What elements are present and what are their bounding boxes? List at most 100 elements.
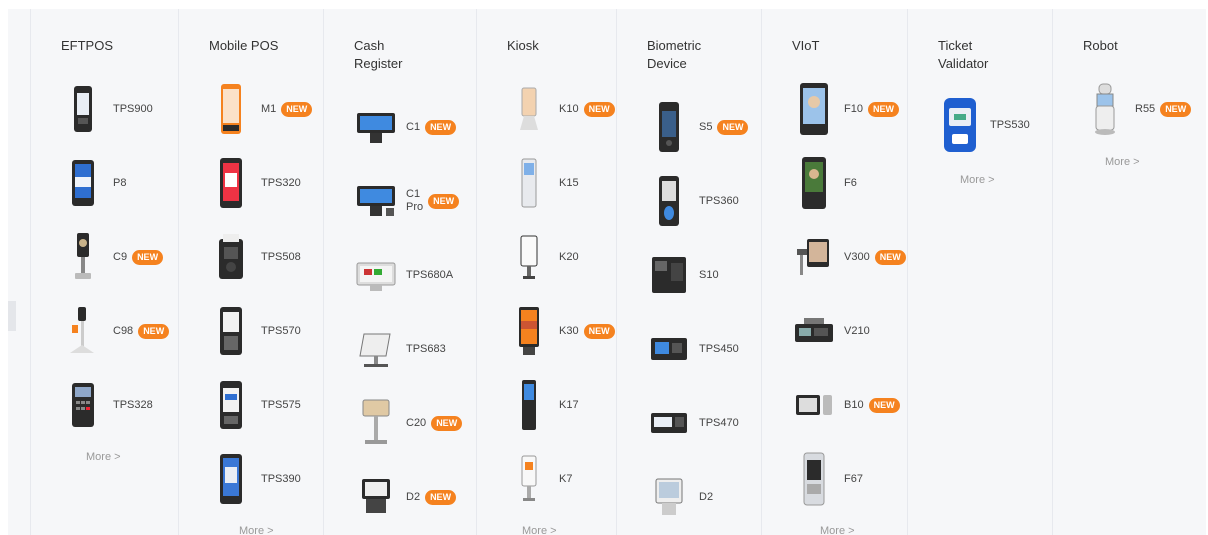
category-title: EFTPOS	[61, 38, 114, 53]
product-label: TPS360	[699, 194, 739, 207]
new-badge: NEW	[425, 489, 457, 505]
product-k10[interactable]: K10 NEW	[507, 83, 615, 135]
more-link[interactable]: More >	[239, 525, 274, 535]
product-label: K30	[559, 324, 579, 337]
product-tps390[interactable]: TPS390	[209, 453, 301, 505]
product-tps683[interactable]: TPS683	[354, 323, 446, 375]
more-link[interactable]: More >	[522, 525, 557, 535]
product-c20[interactable]: C20 NEW	[354, 397, 463, 449]
product-image	[61, 83, 105, 135]
product-image	[209, 231, 253, 283]
product-d2-biometric[interactable]: D2	[647, 471, 713, 523]
product-image	[792, 231, 836, 283]
product-image	[507, 83, 551, 135]
product-k7[interactable]: K7	[507, 453, 572, 505]
product-tps900[interactable]: TPS900	[61, 83, 153, 135]
category-title: Mobile POS	[209, 38, 279, 53]
category-column-biometric-device: Biometric Device S5 NEW TPS360 S10 TPS45…	[616, 9, 762, 535]
product-tps328[interactable]: TPS328	[61, 379, 153, 431]
product-image	[792, 83, 836, 135]
product-r55[interactable]: R55 NEW	[1083, 83, 1192, 135]
product-c98[interactable]: C98 NEW	[61, 305, 170, 357]
new-badge: NEW	[583, 101, 615, 117]
product-label: S5	[699, 120, 713, 133]
product-label: TPS450	[699, 342, 739, 355]
product-f10[interactable]: F10 NEW	[792, 83, 899, 135]
product-image	[1083, 83, 1127, 135]
more-link[interactable]: More >	[86, 451, 121, 463]
product-m1[interactable]: M1 NEW	[209, 83, 313, 135]
product-v300[interactable]: V300 NEW	[792, 231, 906, 283]
product-label: P8	[113, 176, 127, 189]
category-column-robot: Robot R55 NEW More >	[1052, 9, 1206, 535]
product-tps508[interactable]: TPS508	[209, 231, 301, 283]
new-badge: NEW	[867, 101, 899, 117]
product-label: TPS508	[261, 250, 301, 263]
category-column-mobile-pos: Mobile POS M1 NEW TPS320 TPS508 TPS570 T…	[178, 9, 324, 535]
product-label: V300	[844, 250, 870, 263]
new-badge: NEW	[138, 323, 170, 339]
product-s10[interactable]: S10	[647, 249, 719, 301]
category-column-kiosk: Kiosk K10 NEW K15 K20 K30 NEW K17 K7 Mor…	[476, 9, 617, 535]
new-badge: NEW	[874, 249, 906, 265]
product-label: C9	[113, 250, 128, 263]
more-link[interactable]: More >	[1105, 156, 1140, 168]
product-image	[61, 231, 105, 283]
product-label: F67	[844, 472, 863, 485]
product-k30[interactable]: K30 NEW	[507, 305, 615, 357]
more-link[interactable]: More >	[960, 174, 995, 186]
scroll-left-handle[interactable]	[8, 301, 16, 331]
product-tps450[interactable]: TPS450	[647, 323, 739, 375]
product-tps570[interactable]: TPS570	[209, 305, 301, 357]
product-tps680a[interactable]: TPS680A	[354, 249, 453, 301]
new-badge: NEW	[1160, 101, 1192, 117]
product-label: C98	[113, 324, 134, 337]
product-label: K7	[559, 472, 573, 485]
product-label: D2	[699, 490, 714, 503]
category-title: Cash Register	[354, 38, 403, 71]
product-tps530[interactable]: TPS530	[938, 98, 1030, 152]
product-image	[647, 471, 691, 523]
product-s5[interactable]: S5 NEW	[647, 101, 749, 153]
product-image	[354, 249, 398, 301]
product-k15[interactable]: K15	[507, 157, 579, 209]
product-label: M1	[261, 102, 277, 115]
product-label: D2	[406, 490, 421, 503]
product-k17[interactable]: K17	[507, 379, 579, 431]
category-title: Ticket Validator	[938, 38, 989, 71]
product-label: TPS470	[699, 416, 739, 429]
product-tps470[interactable]: TPS470	[647, 397, 739, 449]
product-label: TPS320	[261, 176, 301, 189]
product-c1-pro[interactable]: C1 Pro NEW	[354, 175, 460, 227]
product-image	[507, 231, 551, 283]
product-d2-register[interactable]: D2 NEW	[354, 471, 457, 523]
product-label: TPS683	[406, 342, 446, 355]
product-label: S10	[699, 268, 719, 281]
more-link[interactable]: More >	[820, 525, 855, 535]
product-b10[interactable]: B10 NEW	[792, 379, 900, 431]
product-label: F6	[844, 176, 857, 189]
product-c1[interactable]: C1 NEW	[354, 101, 457, 153]
new-badge: NEW	[717, 119, 749, 135]
product-label: TPS530	[990, 118, 1030, 131]
product-image	[792, 157, 836, 209]
product-tps575[interactable]: TPS575	[209, 379, 301, 431]
product-image	[647, 397, 691, 449]
product-c9[interactable]: C9 NEW	[61, 231, 164, 283]
product-label: V210	[844, 324, 870, 337]
product-v210[interactable]: V210	[792, 305, 870, 357]
product-label: F10	[844, 102, 863, 115]
category-title: Robot	[1083, 38, 1118, 53]
product-label: TPS328	[113, 398, 153, 411]
product-image	[792, 305, 836, 357]
product-f67[interactable]: F67	[792, 452, 863, 506]
product-k20[interactable]: K20	[507, 231, 579, 283]
product-tps320[interactable]: TPS320	[209, 157, 301, 209]
new-badge: NEW	[431, 415, 463, 431]
new-badge: NEW	[428, 193, 460, 209]
product-image	[61, 157, 105, 209]
product-label: TPS570	[261, 324, 301, 337]
product-f6[interactable]: F6	[792, 157, 857, 209]
product-p8[interactable]: P8	[61, 157, 126, 209]
product-tps360[interactable]: TPS360	[647, 175, 739, 227]
